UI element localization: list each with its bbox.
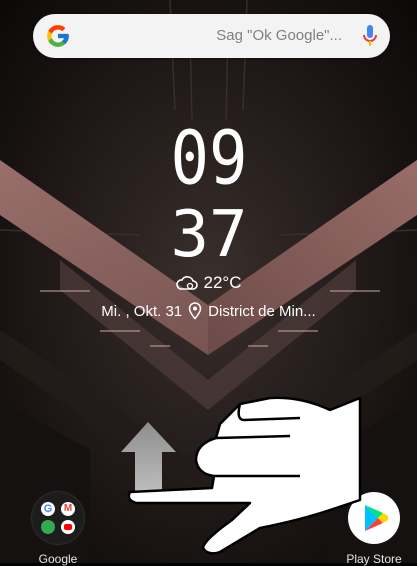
search-placeholder: Sag "Ok Google"...: [216, 27, 342, 44]
clock-hours: 09: [170, 116, 247, 201]
temperature: 22°C: [203, 273, 242, 292]
play-store-icon: [348, 492, 400, 544]
location-text: District de Min...: [208, 302, 316, 320]
weather-widget[interactable]: 22°C: [0, 270, 417, 296]
google-search-bar[interactable]: Sag "Ok Google"...: [33, 14, 390, 58]
google-folder[interactable]: G M Google: [13, 492, 103, 566]
clock-widget[interactable]: 09 37: [0, 112, 417, 272]
date-text: Mi. , Okt. 31: [101, 302, 183, 320]
cloudy-weather-icon: [175, 276, 198, 290]
microphone-icon[interactable]: [362, 24, 378, 48]
location-pin-icon: [188, 302, 202, 320]
google-folder-icon: G M: [32, 492, 84, 544]
date-location[interactable]: Mi. , Okt. 31 District de Min...: [0, 298, 417, 324]
play-store-app[interactable]: Play Store: [329, 492, 417, 566]
google-folder-label: Google: [38, 552, 78, 566]
play-store-label: Play Store: [346, 552, 402, 566]
clock-minutes: 37: [170, 198, 247, 270]
